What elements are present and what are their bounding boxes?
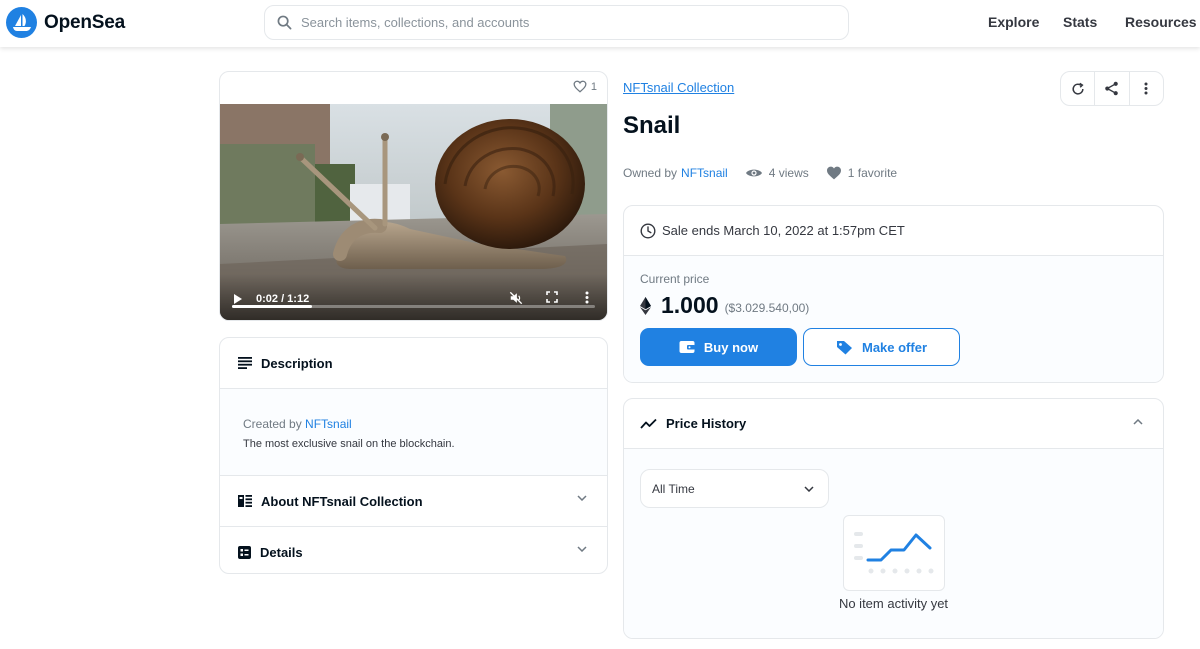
eye-icon [745,169,762,177]
collection-link[interactable]: NFTsnail Collection [623,80,734,95]
more-vertical-icon [1144,82,1148,95]
more-vertical-icon[interactable] [585,291,589,304]
favorites-text: 1 favorite [847,166,898,180]
chevron-down-icon [804,486,814,492]
owner-info: Owned by NFTsnail [623,166,728,180]
created-by-label: Created by [243,417,302,431]
details-toggle[interactable]: Details [220,527,607,573]
sale-header: Sale ends March 10, 2022 at 1:57pm CET [624,206,1163,256]
item-meta: Owned by NFTsnail 4 views 1 favorite [623,166,914,180]
nav-explore[interactable]: Explore [988,14,1039,30]
price-history-title: Price History [666,416,747,431]
ethereum-icon [640,296,651,315]
more-options-button[interactable] [1130,72,1163,105]
top-header: OpenSea Explore Stats Resources [0,0,1200,47]
wallet-icon [679,341,695,353]
buy-now-button[interactable]: Buy now [640,328,797,366]
refresh-button[interactable] [1061,72,1096,105]
time-range-select[interactable]: All Time [640,469,829,508]
item-actions [1060,71,1164,106]
details-title: Details [260,544,303,560]
trend-line-icon [640,418,657,429]
video-progress-fill [232,305,312,308]
search-icon [277,15,292,30]
favorite-count: 1 [590,80,597,93]
owned-by-label: Owned by [623,166,678,180]
opensea-logo[interactable]: OpenSea [6,7,125,38]
clock-icon [640,222,656,239]
video-progress[interactable] [232,305,595,308]
owner-link[interactable]: NFTsnail [681,166,728,180]
video-player[interactable]: 0:02 / 1:12 [220,104,607,320]
description-card: Description Created by NFTsnail The most… [219,337,608,574]
mute-icon[interactable] [509,291,523,305]
media-card: 1 0:02 / 1:12 [219,71,608,321]
chevron-down-icon [577,546,587,552]
empty-chart-illustration [843,515,945,591]
description-header: Description [220,338,607,388]
creator-link[interactable]: NFTsnail [305,417,352,431]
description-body: Created by NFTsnail The most exclusive s… [220,388,607,476]
refresh-icon [1072,82,1084,95]
search-bar[interactable] [264,5,849,40]
make-offer-label: Make offer [861,339,928,355]
sale-card: Sale ends March 10, 2022 at 1:57pm CET C… [623,205,1164,383]
play-icon[interactable] [234,294,242,304]
price-value: 1.000 [661,292,719,318]
price-history-card: Price History All Time No item activity … [623,398,1164,639]
sale-body: Current price 1.000 ($3.029.540,00) Buy … [624,256,1163,382]
nav-resources[interactable]: Resources [1125,14,1197,30]
video-time: 0:02 / 1:12 [256,293,310,305]
search-input[interactable] [301,15,821,30]
nav-stats[interactable]: Stats [1063,14,1097,30]
favorites-count: 1 favorite [826,166,897,180]
details-icon [238,545,251,559]
share-button[interactable] [1095,72,1130,105]
buy-now-label: Buy now [703,339,759,355]
price-row: 1.000 ($3.029.540,00) [640,292,1163,319]
views-count: 4 views [745,166,809,180]
about-collection-toggle[interactable]: About NFTsnail Collection [220,476,607,526]
logo-text: OpenSea [44,11,125,33]
chevron-up-icon [1133,419,1143,425]
make-offer-button[interactable]: Make offer [803,328,960,366]
tag-icon [836,340,852,354]
collection-list-icon [238,495,252,507]
created-by-line: Created by NFTsnail [243,417,607,431]
item-title: Snail [623,112,681,139]
fullscreen-icon[interactable] [546,291,558,303]
heart-outline-icon [573,80,587,93]
media-topbar: 1 [220,72,607,104]
boat-icon [6,7,37,38]
share-icon [1105,81,1119,96]
no-activity-text: No item activity yet [838,596,949,611]
price-history-body: All Time No item activity yet [624,449,1163,638]
chevron-down-icon [577,495,587,501]
favorite-button[interactable]: 1 [573,80,597,93]
price-usd: ($3.029.540,00) [724,300,810,315]
video-controls: 0:02 / 1:12 [220,274,607,320]
time-range-value: All Time [652,481,695,496]
chart-placeholder-icon [854,532,934,574]
description-title: Description [261,355,333,371]
heart-filled-icon [826,166,841,180]
views-text: 4 views [768,166,809,180]
description-lines-icon [238,357,252,369]
price-history-toggle[interactable]: Price History [624,399,1163,449]
description-text: The most exclusive snail on the blockcha… [243,438,455,450]
about-collection-title: About NFTsnail Collection [261,493,423,509]
sale-ends-text: Sale ends March 10, 2022 at 1:57pm CET [662,223,905,238]
current-price-label: Current price [640,272,710,286]
